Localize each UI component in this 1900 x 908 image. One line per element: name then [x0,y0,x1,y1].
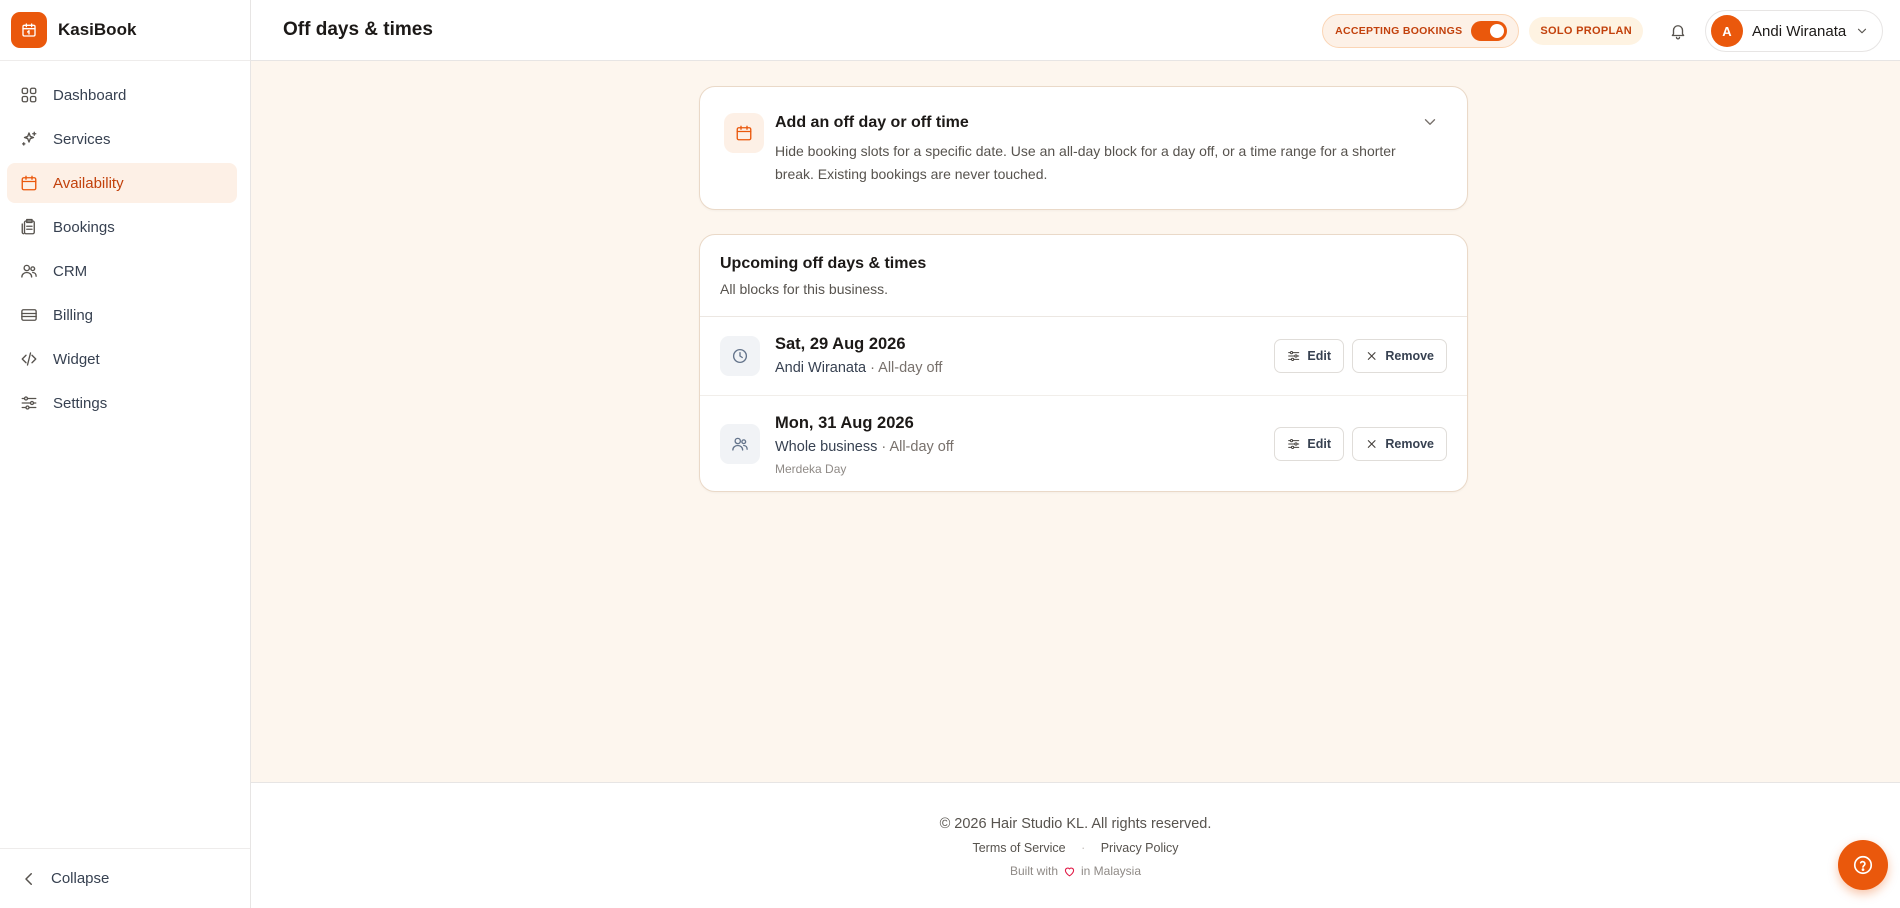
header-actions: ACCEPTING BOOKINGS SOLO PROPLAN A Andi W… [1322,10,1883,52]
grid-icon [21,87,37,103]
expand-toggle[interactable] [1421,113,1443,135]
accepting-bookings-pill: ACCEPTING BOOKINGS [1322,14,1520,48]
edit-button[interactable]: Edit [1274,427,1344,461]
block-note: Merdeka Day [775,462,847,476]
sparkles-icon [21,131,37,146]
close-icon [1367,352,1376,360]
clock-icon [720,336,760,376]
terms-link[interactable]: Terms of Service [972,841,1065,855]
block-kind: · All-day off [881,439,954,455]
block-meta: Andi Wiranata · All-day off [775,360,942,376]
privacy-link[interactable]: Privacy Policy [1101,841,1179,855]
add-off-time-card[interactable]: Add an off day or off time Hide booking … [699,86,1468,210]
plan-badge: SOLO PROPLAN [1529,17,1643,45]
accepting-bookings-toggle[interactable] [1471,21,1508,41]
row-actions: Edit Remove [1274,427,1447,461]
built-prefix: Built with [1009,864,1058,878]
upcoming-list-card: Upcoming off days & times All blocks for… [699,234,1468,492]
remove-label: Remove [1385,349,1434,363]
sidebar-item-bookings[interactable]: Bookings [7,207,237,247]
list-subtitle: All blocks for this business. [720,281,889,297]
add-card-title: Add an off day or off time [775,114,969,131]
block-meta: Whole business · All-day off [775,439,954,455]
sidebar-item-crm[interactable]: CRM [7,251,237,291]
sidebar-nav: Dashboard Services Availability Bookings… [0,61,250,423]
block-date: Sat, 29 Aug 2026 [775,335,906,353]
list-item: Mon, 31 Aug 2026 Whole business · All-da… [700,396,1467,491]
notifications-button[interactable] [1661,14,1695,48]
sidebar: KasiBook Dashboard Services Availability… [0,0,251,908]
top-header: Off days & times ACCEPTING BOOKINGS SOLO… [251,0,1900,61]
list-title: Upcoming off days & times [720,255,927,272]
chevron-down-icon [1424,119,1436,125]
add-card-description: Hide booking slots for a specific date. … [775,143,1396,182]
calendar-icon [21,175,37,191]
block-scope: Whole business [775,439,878,455]
toggle-knob [1490,24,1505,38]
chevron-down-icon [1858,28,1867,34]
remove-button[interactable]: Remove [1352,339,1447,373]
chevron-left-icon [25,872,32,885]
edit-label: Edit [1307,437,1331,451]
calendar-icon [11,12,47,48]
accepting-bookings-label: ACCEPTING BOOKINGS [1335,25,1463,37]
edit-label: Edit [1307,349,1331,363]
app-name: KasiBook [58,20,137,39]
footer-separator: · [1081,841,1086,855]
users-icon [720,424,760,464]
main-content: Add an off day or off time Hide booking … [251,61,1900,782]
sidebar-item-label: Settings [53,394,108,412]
list-item: Sat, 29 Aug 2026 Andi Wiranata · All-day… [700,317,1467,396]
sliders-icon [1288,351,1300,361]
sliders-icon [1288,439,1300,449]
close-icon [1367,440,1376,448]
built-with: Built with in Malaysia [251,864,1900,878]
bell-icon [1671,25,1685,40]
copyright: © 2026 Hair Studio KL. All rights reserv… [939,816,1212,832]
user-menu-button[interactable]: A Andi Wiranata [1705,10,1883,52]
brand[interactable]: KasiBook [0,0,250,61]
avatar: A [1711,15,1743,47]
sidebar-item-dashboard[interactable]: Dashboard [7,75,237,115]
sidebar-item-settings[interactable]: Settings [7,383,237,423]
code-icon [21,352,37,366]
collapse-button[interactable]: Collapse [0,848,250,908]
heart-icon [1064,867,1075,876]
sidebar-item-label: CRM [53,262,88,280]
footer-links: Terms of Service · Privacy Policy [251,841,1900,855]
users-icon [21,264,37,278]
sidebar-item-billing[interactable]: Billing [7,295,237,335]
sidebar-item-label: Dashboard [53,86,127,104]
block-date: Mon, 31 Aug 2026 [775,414,914,432]
sidebar-item-label: Availability [53,174,124,192]
block-kind: · All-day off [870,360,943,376]
help-icon [1853,855,1873,875]
row-actions: Edit Remove [1274,339,1447,373]
sidebar-item-label: Services [53,130,111,148]
remove-label: Remove [1385,437,1434,451]
sidebar-item-label: Billing [53,306,94,324]
sidebar-item-label: Bookings [53,218,115,236]
sidebar-item-widget[interactable]: Widget [7,339,237,379]
block-scope: Andi Wiranata [775,360,867,376]
page-title: Off days & times [283,19,433,40]
help-button[interactable] [1838,840,1888,890]
remove-button[interactable]: Remove [1352,427,1447,461]
list-header: Upcoming off days & times All blocks for… [700,235,1467,317]
collapse-label: Collapse [51,870,110,887]
clipboard-icon [21,218,35,235]
edit-button[interactable]: Edit [1274,339,1344,373]
sidebar-item-label: Widget [53,350,100,368]
footer: © 2026 Hair Studio KL. All rights reserv… [251,782,1900,908]
sidebar-item-services[interactable]: Services [7,119,237,159]
card-icon [21,309,37,321]
built-suffix: in Malaysia [1081,864,1142,878]
user-name: Andi Wiranata [1752,22,1847,40]
calendar-icon [724,113,764,153]
sliders-icon [21,396,37,410]
sidebar-item-availability[interactable]: Availability [7,163,237,203]
